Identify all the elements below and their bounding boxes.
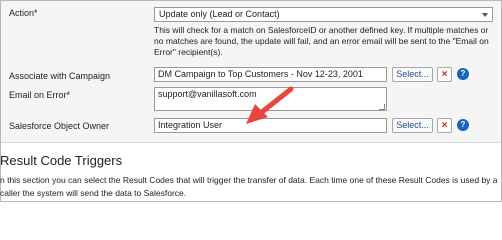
campaign-input[interactable]: DM Campaign to Top Customers - Nov 12-23… (154, 67, 387, 82)
campaign-label: Associate with Campaign (9, 71, 111, 81)
owner-help-icon[interactable]: ? (457, 119, 469, 131)
campaign-select-button[interactable]: Select... (392, 67, 433, 82)
chevron-down-icon (482, 13, 488, 17)
section-description: n this section you can select the Result… (0, 175, 498, 198)
campaign-help-icon[interactable]: ? (457, 68, 469, 80)
owner-select-button[interactable]: Select... (392, 118, 433, 133)
owner-remove-button[interactable]: × (437, 118, 452, 133)
resize-handle-icon[interactable] (379, 104, 385, 110)
campaign-remove-button[interactable]: × (437, 67, 452, 82)
action-description: This will check for a match on Salesforc… (154, 25, 489, 57)
salesforce-settings-panel: Action* Update only (Lead or Contact) Th… (1, 1, 501, 143)
action-label: Action* (9, 8, 38, 18)
action-select[interactable]: Update only (Lead or Contact) (154, 7, 493, 22)
action-select-value: Update only (Lead or Contact) (159, 9, 280, 19)
email-error-label: Email on Error* (9, 90, 71, 100)
owner-label: Salesforce Object Owner (9, 121, 110, 131)
section-title-result-code-triggers: Result Code Triggers (0, 153, 123, 168)
email-error-field[interactable]: support@vanillasoft.com (154, 87, 387, 111)
owner-input[interactable]: Integration User (154, 118, 387, 133)
